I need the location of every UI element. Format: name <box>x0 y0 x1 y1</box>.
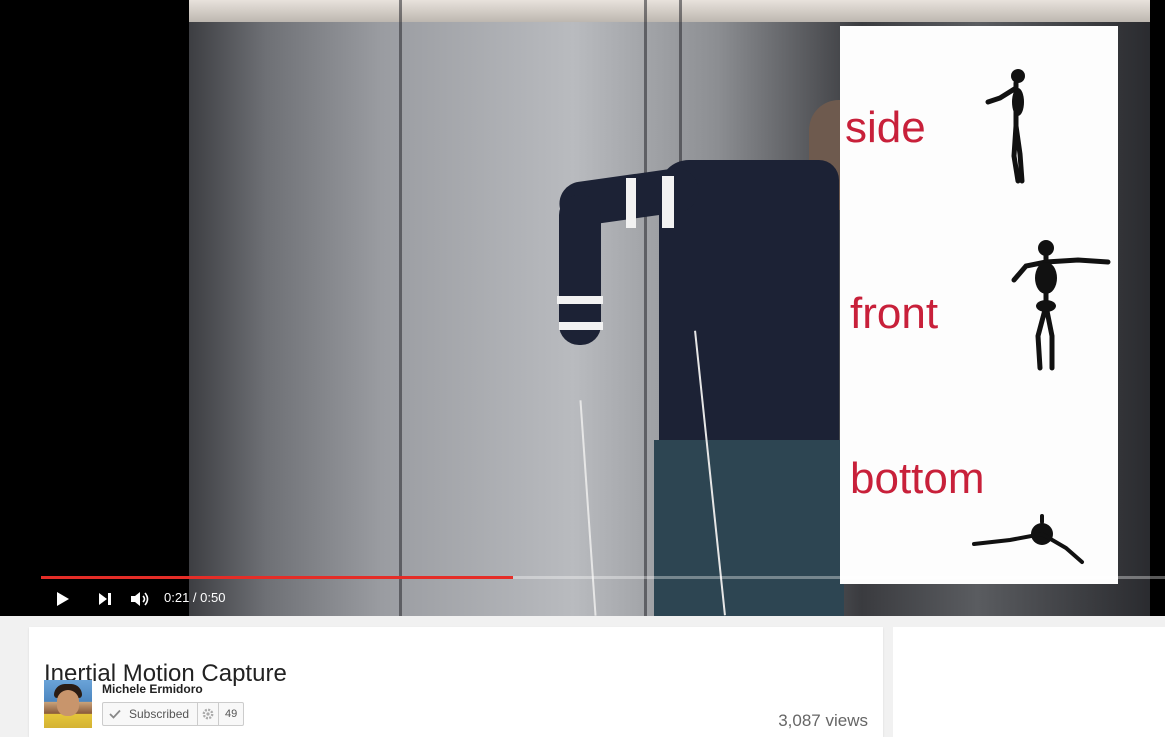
time-display: 0:21 / 0:50 <box>164 590 226 605</box>
skeleton-bottom-view <box>972 514 1084 564</box>
play-icon <box>57 592 69 606</box>
sensor-band <box>662 176 674 228</box>
overlay-label-front: front <box>850 289 939 338</box>
sensor-band <box>626 178 636 228</box>
play-button[interactable] <box>50 588 76 610</box>
checkmark-icon <box>109 709 121 719</box>
progress-bar[interactable] <box>41 576 1165 579</box>
sensor-band <box>559 322 603 330</box>
view-count: 3,087 views <box>778 711 868 730</box>
cabinet-edge <box>399 0 402 616</box>
channel-avatar[interactable] <box>44 680 92 728</box>
video-player[interactable]: side front bottom 0:21 / 0:50 <box>0 0 1165 616</box>
subscribed-button[interactable]: Subscribed <box>103 703 199 725</box>
overlay-label-bottom: bottom <box>850 454 985 503</box>
volume-icon <box>131 592 149 606</box>
avatar-face <box>57 690 79 716</box>
subscription-settings-button[interactable] <box>198 703 220 725</box>
next-button[interactable] <box>92 588 118 610</box>
gear-icon <box>202 708 214 720</box>
skeleton-side-view <box>985 69 1025 184</box>
progress-played <box>41 576 514 579</box>
overlay-label-side: side <box>845 103 926 152</box>
next-icon <box>99 593 111 605</box>
player-controls: 0:21 / 0:50 <box>0 582 1165 616</box>
sidebar-panel <box>893 627 1165 737</box>
channel-name-link[interactable]: Michele Ermidoro <box>102 682 203 696</box>
subscribe-button-group: Subscribed 49 <box>102 702 245 726</box>
skeleton-front-view <box>1011 240 1111 371</box>
volume-button[interactable] <box>127 588 153 610</box>
sensor-band <box>557 296 603 304</box>
shelf <box>189 0 1150 22</box>
cabinet-edge <box>644 0 647 616</box>
subscribed-label: Subscribed <box>129 707 190 721</box>
skeleton-overlay-panel: side front bottom <box>840 26 1118 584</box>
subscriber-count: 49 <box>225 708 238 720</box>
video-info-card: Inertial Motion Capture Michele Ermidoro… <box>29 627 883 737</box>
